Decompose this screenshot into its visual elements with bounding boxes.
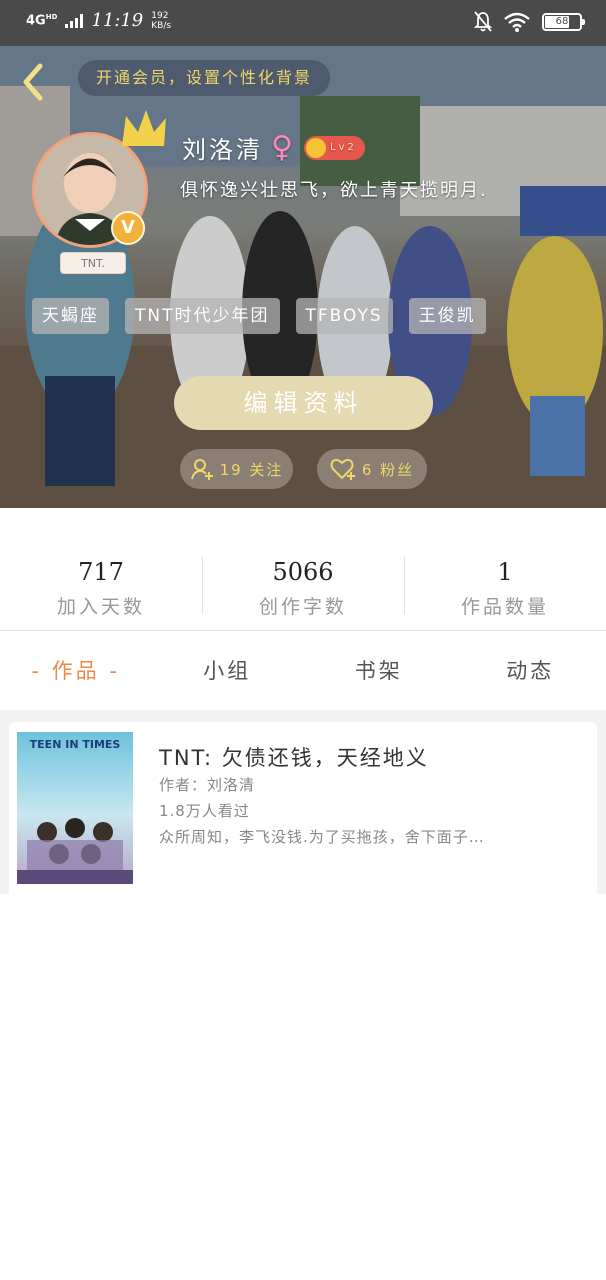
stat-value: 1 [497, 558, 513, 586]
tab-groups[interactable]: 小组 [152, 632, 304, 710]
level-label: Lv2 [329, 142, 357, 153]
work-card[interactable]: TEEN IN TIMES TNT: 欠债还钱，天经地义 作者：刘洛清 1.8万… [9, 722, 597, 894]
net-speed: 192 KB/s [151, 11, 173, 31]
status-left: 4GHD 11:19 192 KB/s [26, 10, 173, 31]
cover-art [17, 818, 133, 884]
stat-label: 加入天数 [56, 596, 145, 618]
battery-icon: 68 [542, 13, 585, 31]
work-views: 1.8万人看过 [159, 802, 250, 820]
level-badge[interactable]: Lv2 [303, 135, 365, 160]
wifi-icon [504, 12, 530, 32]
followers-count: 6 粉丝 [361, 460, 415, 479]
crown-icon [122, 110, 166, 146]
profile-header: 开通会员，设置个性化背景 V TNT. 刘洛清 ♀ Lv2 俱怀逸兴壮思飞，欲上… [0, 46, 606, 508]
profile-tabs: - 作品 - 小组 书架 动态 [0, 632, 606, 710]
clock: 11:19 [91, 10, 144, 31]
status-bar: 4GHD 11:19 192 KB/s 68 [0, 0, 606, 46]
stat-words-written[interactable]: 5066 创作字数 [202, 540, 404, 630]
stat-label: 创作字数 [258, 596, 347, 618]
tag-idol[interactable]: 王俊凯 [408, 298, 486, 334]
work-author: 作者：刘洛清 [159, 776, 256, 794]
header-shade [0, 46, 606, 508]
tab-activity[interactable]: 动态 [455, 632, 606, 710]
heart-plus-icon [330, 458, 355, 480]
followers-button[interactable]: 6 粉丝 [317, 449, 427, 489]
stats-divider [0, 630, 606, 631]
speed-unit: KB/s [151, 20, 172, 31]
back-arrow-icon[interactable] [16, 62, 52, 102]
network-indicator: 4GHD [26, 12, 58, 29]
username-row: 刘洛清 ♀ Lv2 [182, 130, 365, 165]
battery-level: 68 [555, 16, 569, 27]
user-signature: 俱怀逸兴壮思飞，欲上青天揽明月. [180, 180, 488, 201]
following-count: 19 关注 [219, 460, 284, 479]
bell-muted-icon [474, 11, 492, 32]
female-gender-icon: ♀ [271, 129, 296, 165]
tab-bookshelf[interactable]: 书架 [303, 632, 455, 710]
book-cover[interactable]: TEEN IN TIMES [17, 732, 133, 884]
edit-profile-button[interactable]: 编辑资料 [174, 376, 433, 430]
network-sup: HD [45, 12, 58, 21]
stat-works-count[interactable]: 1 作品数量 [404, 540, 606, 630]
tag-group-tnt[interactable]: TNT时代少年团 [125, 298, 280, 334]
stat-value: 5066 [272, 558, 334, 586]
vip-background-banner[interactable]: 开通会员，设置个性化背景 [78, 60, 330, 96]
stat-value: 717 [78, 558, 124, 586]
following-button[interactable]: 19 关注 [180, 449, 293, 489]
profile-stats: 717 加入天数 5066 创作字数 1 作品数量 [0, 540, 606, 630]
stat-days-joined[interactable]: 717 加入天数 [0, 540, 202, 630]
speed-value: 192 [151, 10, 169, 21]
status-right: 68 [474, 11, 585, 33]
work-description: 众所周知，李飞没钱.为了买拖孩，舍下面子… [159, 828, 485, 846]
username: 刘洛清 [182, 136, 263, 164]
interest-tags: 天蝎座 TNT时代少年团 TFBOYS 王俊凯 [32, 298, 486, 334]
tag-zodiac[interactable]: 天蝎座 [32, 298, 109, 334]
add-user-icon [190, 459, 213, 480]
verified-badge-icon: V [111, 211, 145, 245]
avatar-tag: TNT. [60, 252, 126, 274]
tab-works[interactable]: - 作品 - [0, 632, 152, 710]
tag-tfboys[interactable]: TFBOYS [295, 298, 393, 334]
network-label: 4G [26, 13, 46, 29]
signal-icon [65, 13, 84, 28]
work-title[interactable]: TNT: 欠债还钱，天经地义 [159, 742, 429, 772]
stat-label: 作品数量 [460, 596, 549, 618]
crown-coin-icon [305, 137, 326, 158]
